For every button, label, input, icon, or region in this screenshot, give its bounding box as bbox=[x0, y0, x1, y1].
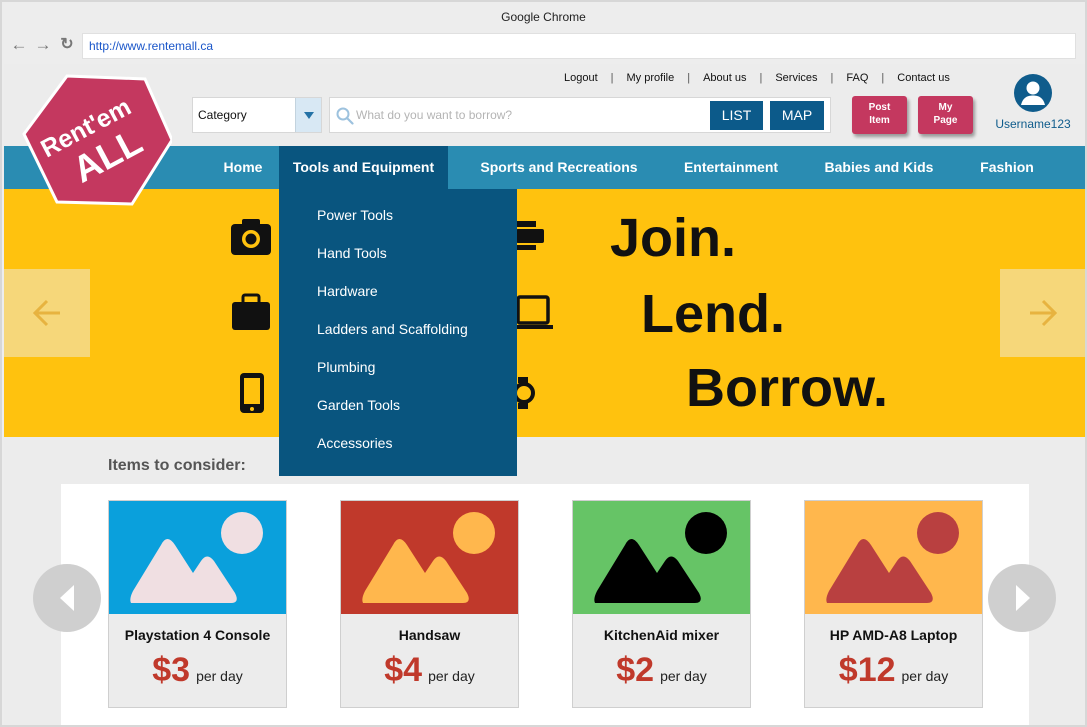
price-unit: per day bbox=[428, 668, 475, 684]
search-bar: LIST MAP bbox=[329, 97, 831, 133]
search-input[interactable] bbox=[356, 104, 706, 126]
hero-banner: Join. Lend. Borrow. bbox=[4, 189, 1085, 437]
carousel-prev-button[interactable] bbox=[4, 269, 90, 357]
items-prev-button[interactable] bbox=[33, 564, 101, 632]
dropdown-item-garden-tools[interactable]: Garden Tools bbox=[317, 397, 400, 413]
arrow-right-icon bbox=[1030, 299, 1058, 327]
price-amount: $3 bbox=[152, 651, 191, 689]
search-icon bbox=[336, 107, 354, 125]
dropdown-item-accessories[interactable]: Accessories bbox=[317, 435, 392, 451]
nav-entertainment[interactable]: Entertainment bbox=[668, 146, 794, 189]
item-name: Handsaw bbox=[398, 627, 461, 643]
reload-icon[interactable]: ↻ bbox=[58, 36, 76, 54]
separator: | bbox=[759, 72, 763, 84]
nav-fashion[interactable]: Fashion bbox=[964, 146, 1050, 189]
arrow-left-icon bbox=[32, 299, 60, 327]
my-page-label-2: Page bbox=[933, 115, 958, 126]
avatar-icon[interactable] bbox=[1014, 74, 1052, 112]
tools-dropdown-menu: Power Tools Hand Tools Hardware Ladders … bbox=[279, 189, 517, 476]
item-price: $3 per day bbox=[109, 651, 286, 690]
printer-icon bbox=[516, 221, 544, 250]
price-unit: per day bbox=[660, 668, 707, 684]
price-amount: $2 bbox=[616, 651, 655, 689]
items-next-button[interactable] bbox=[988, 564, 1056, 632]
contact-us-link[interactable]: Contact us bbox=[897, 72, 950, 84]
about-us-link[interactable]: About us bbox=[703, 72, 746, 84]
briefcase-icon bbox=[232, 293, 270, 330]
items-panel: Playstation 4 Console $3 per day Handsaw … bbox=[61, 484, 1029, 725]
item-price: $4 per day bbox=[341, 651, 518, 690]
faq-link[interactable]: FAQ bbox=[846, 72, 868, 84]
carousel-next-button[interactable] bbox=[1000, 269, 1085, 357]
webpage: Logout | My profile | About us | Services | FAQ |… bbox=[4, 64, 1085, 725]
my-profile-link[interactable]: My profile bbox=[627, 72, 675, 84]
hero-borrow-text: Borrow. bbox=[686, 358, 888, 418]
map-button[interactable]: MAP bbox=[770, 101, 824, 130]
item-name: KitchenAid mixer bbox=[603, 627, 720, 643]
price-amount: $12 bbox=[838, 651, 896, 689]
url-field[interactable]: http://www.rentemall.ca bbox=[82, 33, 1076, 59]
post-item-button[interactable]: Post Item bbox=[852, 96, 907, 134]
dropdown-item-hardware[interactable]: Hardware bbox=[317, 283, 378, 299]
dropdown-item-power-tools[interactable]: Power Tools bbox=[317, 207, 393, 223]
hero-lend-text: Lend. bbox=[641, 284, 785, 344]
user-menu[interactable]: Username123 bbox=[988, 74, 1078, 134]
dropdown-item-ladders[interactable]: Ladders and Scaffolding bbox=[317, 321, 468, 337]
item-name: Playstation 4 Console bbox=[124, 627, 271, 643]
window-title: Google Chrome bbox=[501, 10, 586, 24]
category-label: Category bbox=[198, 108, 247, 122]
top-links: Logout | My profile | About us | Services | FAQ |… bbox=[564, 72, 950, 84]
my-page-button[interactable]: My Page bbox=[918, 96, 973, 134]
item-card[interactable]: Playstation 4 Console $3 per day bbox=[108, 500, 287, 708]
image-placeholder-icon bbox=[109, 501, 286, 614]
item-card[interactable]: Handsaw $4 per day bbox=[340, 500, 519, 708]
separator: | bbox=[830, 72, 834, 84]
dropdown-item-hand-tools[interactable]: Hand Tools bbox=[317, 245, 387, 261]
list-button[interactable]: LIST bbox=[710, 101, 763, 130]
logout-link[interactable]: Logout bbox=[564, 72, 598, 84]
price-unit: per day bbox=[196, 668, 243, 684]
nav-sports-and-recreations[interactable]: Sports and Recreations bbox=[464, 146, 654, 189]
separator: | bbox=[610, 72, 614, 84]
item-card[interactable]: HP AMD-A8 Laptop $12 per day bbox=[804, 500, 983, 708]
laptop-icon bbox=[516, 295, 553, 329]
dropdown-item-plumbing[interactable]: Plumbing bbox=[317, 359, 375, 375]
item-card[interactable]: KitchenAid mixer $2 per day bbox=[572, 500, 751, 708]
forward-arrow-icon[interactable]: → bbox=[34, 36, 52, 54]
price-unit: per day bbox=[901, 668, 949, 684]
nav-home[interactable]: Home bbox=[208, 146, 278, 189]
back-arrow-icon[interactable]: ← bbox=[10, 36, 28, 54]
items-section-title: Items to consider: bbox=[108, 457, 246, 474]
phone-icon bbox=[240, 373, 264, 413]
separator: | bbox=[687, 72, 691, 84]
item-price: $12 per day bbox=[805, 651, 982, 690]
post-item-label-1: Post bbox=[868, 102, 891, 113]
username: Username123 bbox=[995, 117, 1071, 131]
separator: | bbox=[881, 72, 885, 84]
image-placeholder-icon bbox=[341, 501, 518, 614]
browser-window: Google Chrome ← → ↻ http://www.rentemall… bbox=[0, 0, 1087, 727]
services-link[interactable]: Services bbox=[775, 72, 817, 84]
item-price: $2 per day bbox=[573, 651, 750, 690]
image-placeholder-icon bbox=[573, 501, 750, 614]
camera-icon bbox=[231, 219, 271, 255]
image-placeholder-icon bbox=[805, 501, 982, 614]
watch-icon bbox=[516, 377, 535, 409]
caret-left-icon bbox=[60, 585, 74, 611]
rentem-all-logo[interactable]: Rent'em ALL bbox=[22, 74, 174, 206]
item-name: HP AMD-A8 Laptop bbox=[829, 627, 958, 643]
address-bar-row: ← → ↻ http://www.rentemall.ca bbox=[2, 30, 1085, 64]
price-amount: $4 bbox=[384, 651, 423, 689]
my-page-label-1: My bbox=[938, 102, 953, 113]
post-item-label-2: Item bbox=[869, 115, 890, 126]
chevron-down-icon[interactable] bbox=[295, 98, 321, 132]
nav-babies-and-kids[interactable]: Babies and Kids bbox=[809, 146, 949, 189]
nav-tools-and-equipment[interactable]: Tools and Equipment bbox=[279, 146, 448, 189]
hero-join-text: Join. bbox=[610, 208, 737, 268]
category-select[interactable]: Category bbox=[192, 97, 322, 133]
caret-right-icon bbox=[1016, 585, 1030, 611]
